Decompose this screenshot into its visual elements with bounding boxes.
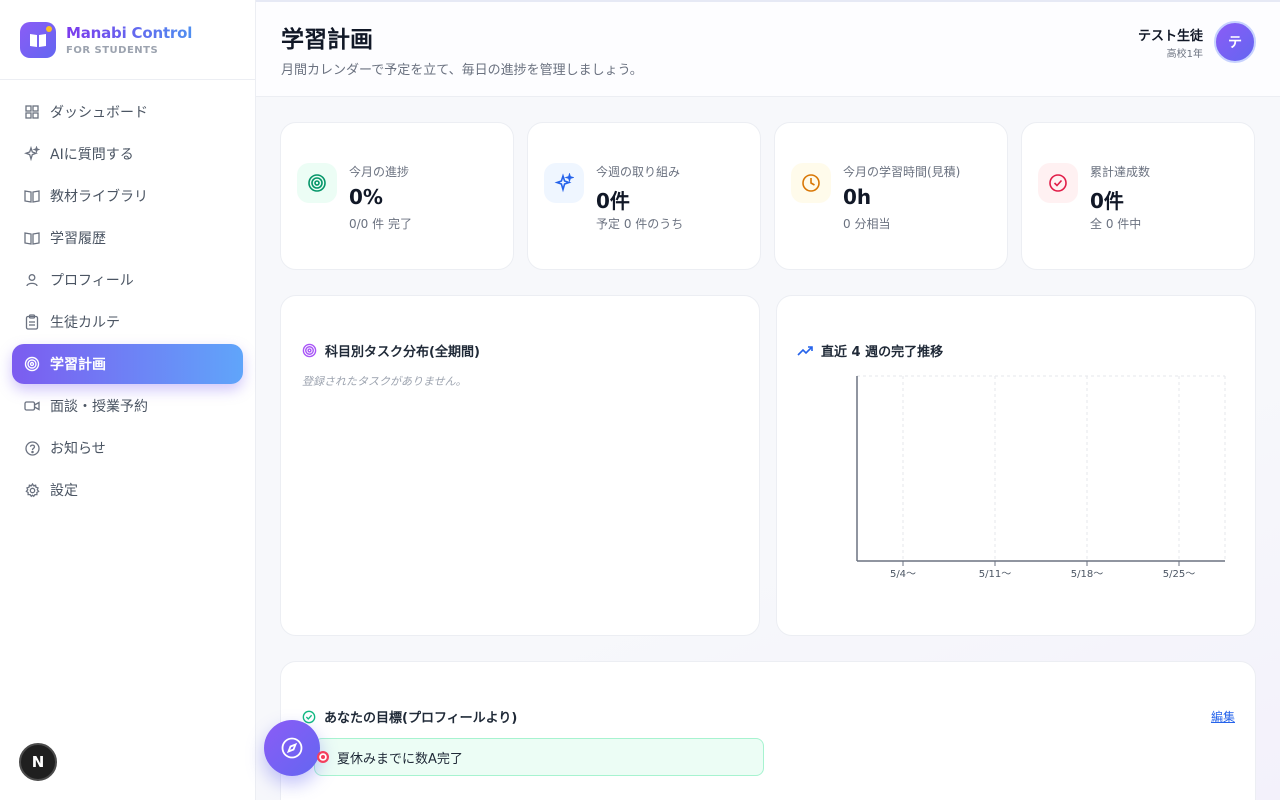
panel-title-row: 科目別タスク分布(全期間) [302, 341, 480, 360]
target-icon [297, 163, 337, 203]
sidebar-item-study-plan[interactable]: 学習計画 [12, 344, 243, 384]
sidebar-item-settings[interactable]: 設定 [12, 470, 243, 510]
user-name: テスト生徒 [1137, 29, 1203, 44]
brand-subtitle: FOR STUDENTS [66, 44, 159, 56]
sidebar-item-notices[interactable]: お知らせ [12, 428, 243, 468]
sidebar-item-label: 学習計画 [50, 357, 106, 373]
empty-message: 登録されたタスクがありません。 [302, 375, 467, 388]
stat-card-total-achieved: 累計達成数 0件 全 0 件中 [1021, 122, 1255, 270]
stat-value: 0% [349, 185, 383, 209]
sidebar-item-profile[interactable]: プロフィール [12, 260, 243, 300]
clock-icon [791, 163, 831, 203]
x-tick-label: 5/18〜 [1071, 569, 1103, 580]
grid-icon [24, 104, 40, 120]
page-header: 学習計画 月間カレンダーで予定を立て、毎日の進捗を管理しましょう。 テスト生徒 … [256, 0, 1280, 97]
panel-title-row: 直近 4 週の完了推移 [797, 341, 943, 360]
compass-icon [281, 737, 303, 759]
brand[interactable]: Manabi Control FOR STUDENTS [0, 0, 255, 80]
panel-title-row: あなたの目標(プロフィールより) [302, 707, 517, 726]
sparkles-icon [24, 146, 40, 162]
book-logo-icon [20, 21, 56, 58]
user-grade: 高校1年 [1166, 49, 1203, 60]
sidebar-item-dashboard[interactable]: ダッシュボード [12, 92, 243, 132]
subject-distribution-panel: 科目別タスク分布(全期間) 登録されたタスクがありません。 [280, 295, 760, 636]
x-tick-label: 5/11〜 [979, 569, 1011, 580]
sidebar-item-label: AIに質問する [50, 147, 134, 163]
sidebar-item-ask-ai[interactable]: AIに質問する [12, 134, 243, 174]
sidebar-item-label: お知らせ [50, 441, 106, 457]
sidebar-item-label: 教材ライブラリ [50, 189, 148, 205]
sidebar-item-label: ダッシュボード [50, 105, 148, 121]
target-icon [317, 751, 329, 763]
check-circle-icon [302, 710, 316, 724]
video-icon [24, 398, 40, 414]
stat-note: 0/0 件 完了 [349, 217, 412, 231]
check-circle-icon [1038, 163, 1078, 203]
target-icon [24, 356, 40, 372]
panel-title: 直近 4 週の完了推移 [821, 345, 944, 360]
goal-item: 夏休みまでに数A完了 [314, 738, 764, 776]
panel-title: あなたの目標(プロフィールより) [324, 711, 518, 726]
stat-note: 全 0 件中 [1090, 217, 1142, 231]
x-tick-label: 5/4〜 [890, 569, 916, 580]
sidebar-item-history[interactable]: 学習履歴 [12, 218, 243, 258]
sidebar-item-student-record[interactable]: 生徒カルテ [12, 302, 243, 342]
page-title: 学習計画 [281, 27, 373, 53]
sidebar-item-library[interactable]: 教材ライブラリ [12, 176, 243, 216]
stat-value: 0件 [596, 189, 630, 213]
stat-card-study-time: 今月の学習時間(見積) 0h 0 分相当 [774, 122, 1008, 270]
stat-label: 今月の進捗 [349, 165, 410, 179]
avatar[interactable]: テ [1214, 21, 1256, 63]
page-subtitle: 月間カレンダーで予定を立て、毎日の進捗を管理しましょう。 [281, 63, 643, 78]
sidebar: Manabi Control FOR STUDENTS ダッシュボード AIに質… [0, 0, 256, 800]
brand-title: Manabi Control [66, 23, 193, 42]
trending-up-icon [797, 345, 813, 357]
weekly-trend-panel: 直近 4 週の完了推移 5/4〜 5/11〜 5/18〜 5/25〜 [776, 295, 1256, 636]
stat-card-weekly-efforts: 今週の取り組み 0件 予定 0 件のうち [527, 122, 761, 270]
sidebar-item-booking[interactable]: 面談・授業予約 [12, 386, 243, 426]
edit-goals-link[interactable]: 編集 [1211, 708, 1235, 725]
goal-text: 夏休みまでに数A完了 [337, 751, 463, 767]
compass-fab-button[interactable] [264, 720, 320, 776]
sidebar-item-label: 生徒カルテ [50, 315, 120, 331]
goals-panel: あなたの目標(プロフィールより) 編集 [280, 661, 1256, 800]
stat-label: 今月の学習時間(見積) [843, 165, 961, 179]
framework-badge[interactable]: N [19, 743, 57, 781]
trend-chart: 5/4〜 5/11〜 5/18〜 5/25〜 [856, 375, 1226, 580]
x-tick-label: 5/25〜 [1163, 569, 1195, 580]
clipboard-icon [24, 314, 40, 330]
panel-title: 科目別タスク分布(全期間) [325, 345, 480, 360]
sidebar-nav: ダッシュボード AIに質問する 教材ライブラリ 学習履歴 プロフィール 生徒カル… [0, 80, 255, 524]
help-circle-icon [24, 440, 40, 456]
sidebar-item-label: 設定 [50, 483, 78, 499]
stat-card-monthly-progress: 今月の進捗 0% 0/0 件 完了 [280, 122, 514, 270]
target-icon [302, 343, 317, 358]
stat-note: 0 分相当 [843, 217, 891, 231]
sidebar-item-label: 面談・授業予約 [50, 399, 148, 415]
stat-label: 今週の取り組み [596, 165, 681, 179]
main-content: 今月の進捗 0% 0/0 件 完了 今週の取り組み 0件 予定 0 件のうち 今… [256, 97, 1280, 800]
stat-value: 0h [843, 185, 872, 209]
gear-icon [24, 482, 40, 498]
stat-value: 0件 [1090, 189, 1124, 213]
book-open-icon [24, 188, 40, 204]
sidebar-item-label: プロフィール [50, 273, 134, 289]
stat-note: 予定 0 件のうち [596, 217, 684, 231]
sparkles-icon [544, 163, 584, 203]
book-open-icon [24, 230, 40, 246]
sidebar-item-label: 学習履歴 [50, 231, 106, 247]
stat-label: 累計達成数 [1090, 165, 1151, 179]
user-icon [24, 272, 40, 288]
